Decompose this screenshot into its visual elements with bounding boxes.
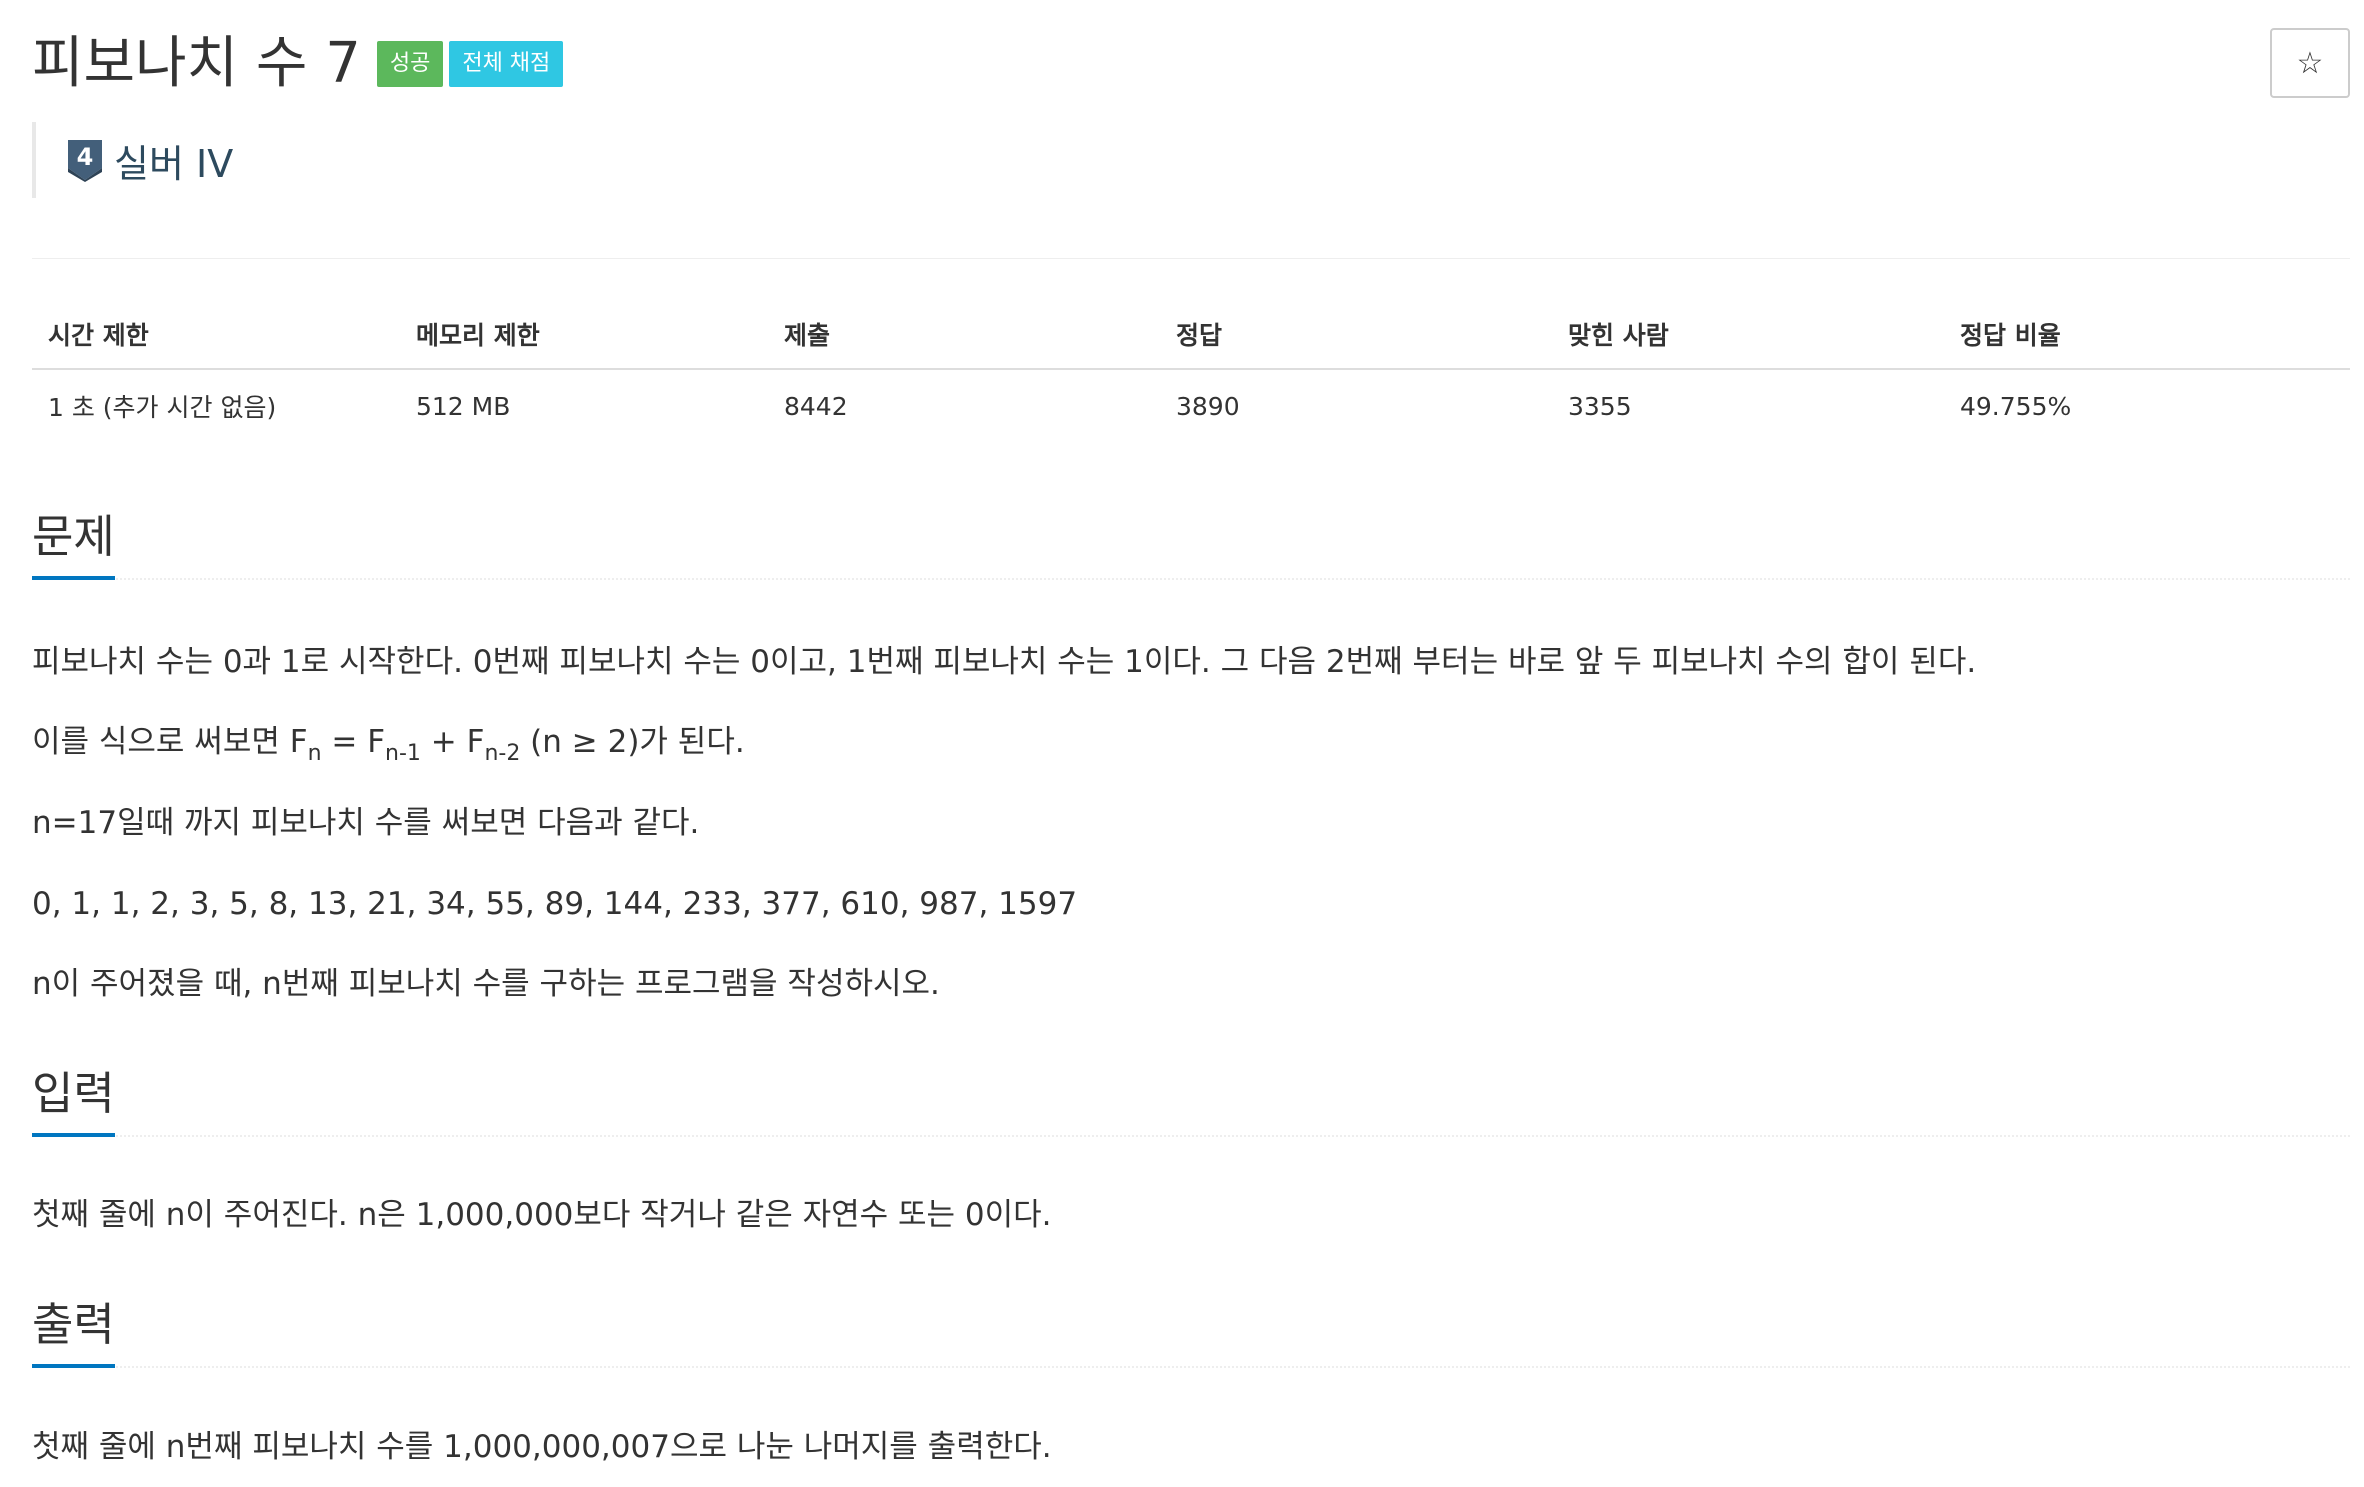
problem-paragraph-sequence: 0, 1, 1, 2, 3, 5, 8, 13, 21, 34, 55, 89,…	[32, 886, 1078, 922]
favorite-star-button[interactable]: ☆	[2270, 28, 2350, 98]
formula-sub-n: n	[307, 741, 322, 766]
star-icon: ☆	[2296, 45, 2324, 81]
formula-sub-n2: n-2	[484, 741, 521, 766]
tier-label[interactable]: 실버 IV	[114, 133, 233, 188]
section-input-header: 입력	[32, 1055, 2350, 1137]
tier-block: 4 실버 IV	[32, 122, 233, 198]
problem-paragraph-3: n=17일때 까지 피보나치 수를 써보면 다음과 같다.	[32, 805, 700, 841]
formula-suffix: (n ≥ 2)가 된다.	[520, 724, 745, 760]
status-badge-success: 성공	[376, 41, 444, 87]
value-time-limit: 1 초 (추가 시간 없음)	[48, 393, 277, 422]
formula-eq: = F	[321, 724, 386, 760]
status-badge-full-grading[interactable]: 전체 채점	[449, 41, 564, 87]
value-solved-users: 3355	[1568, 391, 1632, 421]
formula-prefix: 이를 식으로 써보면 F	[32, 724, 308, 760]
header-accepted: 정답	[1160, 300, 1552, 370]
section-problem-header: 문제	[32, 498, 2350, 580]
formula-sub-n1: n-1	[385, 741, 421, 766]
problem-paragraph-formula: 이를 식으로 써보면 Fn = Fn-1 + Fn-2 (n ≥ 2)가 된다.	[32, 722, 745, 765]
title-row: 피보나치 수 7 성공 전체 채점	[32, 24, 564, 104]
input-paragraph: 첫째 줄에 n이 주어진다. n은 1,000,000보다 작거나 같은 자연수…	[32, 1197, 1052, 1233]
problem-paragraph-5: n이 주어졌을 때, n번째 피보나치 수를 구하는 프로그램을 작성하시오.	[32, 966, 940, 1002]
output-paragraph: 첫째 줄에 n번째 피보나치 수를 1,000,000,007으로 나눈 나머지…	[32, 1429, 1052, 1465]
section-problem-title: 문제	[32, 512, 115, 580]
problem-paragraph-1: 피보나치 수는 0과 1로 시작한다. 0번째 피보나치 수는 0이고, 1번째…	[32, 644, 1977, 680]
header-time-limit: 시간 제한	[32, 300, 400, 370]
section-output-title: 출력	[32, 1300, 115, 1368]
tier-number: 4	[77, 143, 94, 171]
tier-shield-icon: 4	[68, 140, 102, 182]
header-solved-users: 맞힌 사람	[1552, 300, 1944, 370]
value-accept-ratio: 49.755%	[1960, 391, 2072, 421]
value-submissions: 8442	[784, 391, 848, 421]
problem-info-table: 시간 제한 메모리 제한 제출 정답 맞힌 사람 정답 비율 1 초 (추가 시…	[32, 300, 2350, 442]
divider	[32, 258, 2350, 259]
table-header-row: 시간 제한 메모리 제한 제출 정답 맞힌 사람 정답 비율	[32, 300, 2350, 370]
formula-plus: + F	[420, 724, 485, 760]
section-output-header: 출력	[32, 1286, 2350, 1368]
value-memory-limit: 512 MB	[416, 391, 511, 421]
table-row: 1 초 (추가 시간 없음) 512 MB 8442 3890 3355 49.…	[32, 369, 2350, 442]
header-submissions: 제출	[768, 300, 1160, 370]
header-accept-ratio: 정답 비율	[1944, 300, 2350, 370]
section-input-title: 입력	[32, 1069, 115, 1137]
value-accepted: 3890	[1176, 391, 1240, 421]
header-memory-limit: 메모리 제한	[400, 300, 768, 370]
page-title: 피보나치 수 7	[32, 31, 361, 96]
